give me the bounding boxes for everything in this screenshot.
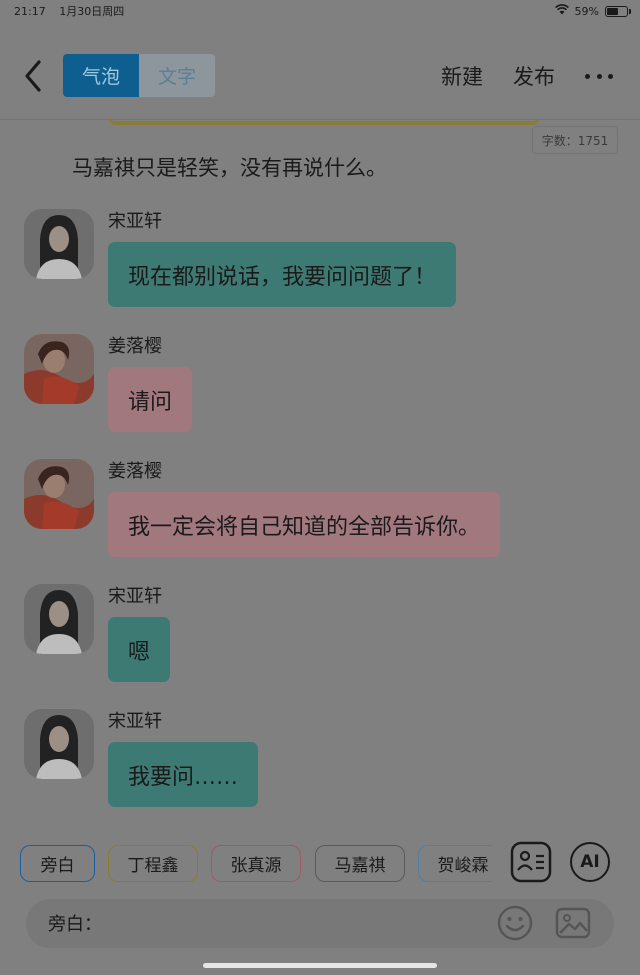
battery-level: [607, 7, 619, 15]
nav-bar: 气泡 文字 新建 发布: [0, 44, 640, 108]
word-count: 字数：1751: [532, 126, 618, 154]
status-left: 21:17 1月30日周四: [14, 3, 134, 19]
battery-icon: [605, 5, 631, 17]
status-date: 1月30日周四: [59, 5, 125, 18]
message-bubble[interactable]: 请问: [108, 367, 193, 432]
sender-name: 姜落樱: [108, 461, 162, 482]
status-time: 21:17: [14, 5, 46, 18]
sender-name: 宋亚轩: [108, 711, 162, 732]
message-bubble[interactable]: 我要问……: [108, 742, 259, 807]
home-indicator: [203, 963, 437, 968]
status-right: 59%: [554, 4, 631, 18]
sender-name: 宋亚轩: [108, 586, 162, 607]
avatar[interactable]: [24, 334, 94, 404]
message-bubble[interactable]: 嗯: [108, 617, 171, 682]
tab-text[interactable]: 文字: [139, 54, 215, 97]
avatar[interactable]: [24, 459, 94, 529]
avatar[interactable]: [24, 584, 94, 654]
character-list-button[interactable]: [510, 841, 552, 883]
character-chip[interactable]: 贺峻霖: [418, 845, 492, 882]
more-icon[interactable]: [585, 66, 613, 86]
image-icon[interactable]: [554, 904, 592, 942]
emoji-icon[interactable]: [496, 904, 534, 942]
avatar[interactable]: [24, 209, 94, 279]
contact-card-icon: [510, 841, 552, 883]
chevron-left-icon: [25, 60, 41, 92]
character-chip[interactable]: 马嘉祺: [315, 845, 405, 882]
message-bubble[interactable]: 我一定会将自己知道的全部告诉你。: [108, 492, 501, 557]
battery-percent: 59%: [574, 4, 599, 18]
sender-name: 宋亚轩: [108, 211, 162, 232]
narration-text[interactable]: 马嘉祺只是轻笑，没有再说什么。: [72, 152, 387, 182]
publish-button[interactable]: 发布: [513, 61, 555, 91]
status-bar: 21:17 1月30日周四 59%: [0, 0, 640, 22]
input-speaker-label: 旁白：: [48, 914, 102, 935]
mode-switch: 气泡 文字: [63, 54, 215, 97]
ai-button[interactable]: AI: [570, 842, 610, 882]
avatar[interactable]: [24, 709, 94, 779]
character-chips: 旁白 丁程鑫 张真源 马嘉祺 贺峻霖: [20, 845, 492, 883]
input-bar[interactable]: 旁白：: [26, 899, 614, 948]
character-chip[interactable]: 旁白: [20, 845, 95, 882]
back-button[interactable]: [18, 58, 48, 94]
message-bubble[interactable]: 现在都别说话，我要问问题了！: [108, 242, 457, 307]
new-button[interactable]: 新建: [441, 61, 483, 91]
sender-name: 姜落樱: [108, 336, 162, 357]
wifi-icon: [554, 4, 569, 18]
character-chip[interactable]: 丁程鑫: [108, 845, 198, 882]
tab-bubble[interactable]: 气泡: [63, 54, 139, 97]
character-chip[interactable]: 张真源: [211, 845, 301, 882]
previous-bubble-edge: [108, 116, 540, 125]
